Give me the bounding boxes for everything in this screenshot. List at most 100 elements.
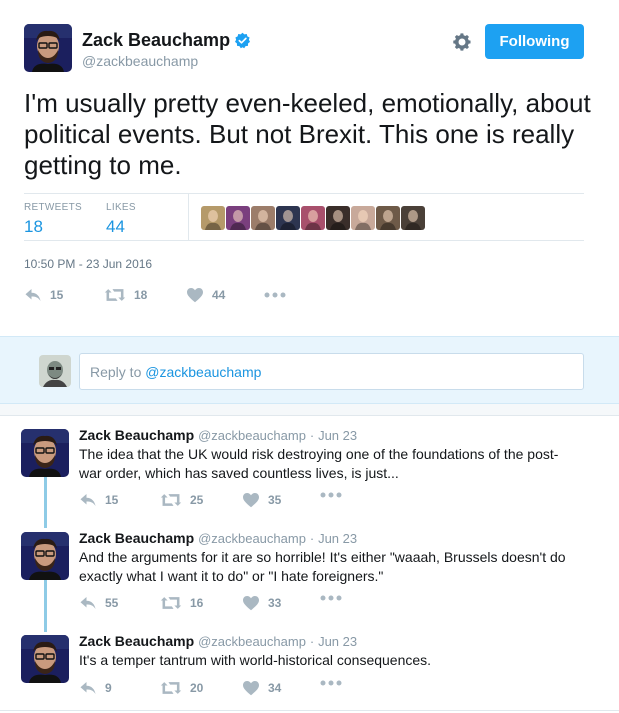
- likes-count: 44: [106, 217, 125, 236]
- heart-icon: [243, 680, 259, 696]
- tweet-text: I'm usually pretty even-keeled, emotiona…: [24, 88, 591, 180]
- reply-count: 9: [105, 681, 112, 695]
- liker-avatar[interactable]: [401, 206, 425, 230]
- reply-count: 15: [50, 288, 64, 302]
- more-dots-icon: [320, 492, 342, 498]
- gear-icon[interactable]: [451, 31, 473, 53]
- heart-icon: [187, 287, 203, 303]
- more-button[interactable]: [320, 492, 342, 498]
- header-separator: ·: [309, 531, 315, 546]
- retweets-stat[interactable]: RETWEETS 18: [24, 202, 82, 237]
- following-button[interactable]: Following: [485, 24, 584, 59]
- main-tweet: Zack Beauchamp @zackbeauchamp Following …: [0, 0, 619, 336]
- more-dots-icon: [320, 595, 342, 601]
- more-button[interactable]: [320, 595, 342, 601]
- retweet-icon: [160, 682, 182, 694]
- author-name[interactable]: Zack Beauchamp: [79, 633, 194, 649]
- reply-icon: [80, 597, 96, 609]
- tweet-header: Zack Beauchamp @zackbeauchamp · Jun 23: [79, 427, 357, 443]
- tweet-header: Zack Beauchamp @zackbeauchamp · Jun 23: [79, 530, 357, 546]
- author-name[interactable]: Zack Beauchamp: [79, 530, 194, 546]
- tweet-date[interactable]: Jun 23: [318, 531, 357, 546]
- tweet-timestamp[interactable]: 10:50 PM - 23 Jun 2016: [24, 257, 152, 271]
- likes-label: LIKES: [106, 202, 136, 213]
- liker-avatar[interactable]: [226, 206, 250, 230]
- bottom-divider: [0, 710, 619, 711]
- retweet-button[interactable]: 18: [104, 287, 147, 303]
- reply-placeholder-prefix: Reply to: [90, 364, 146, 380]
- more-dots-icon: [264, 292, 286, 298]
- reply-button[interactable]: 55: [79, 595, 118, 611]
- tweet-date[interactable]: Jun 23: [318, 428, 357, 443]
- like-button[interactable]: 44: [186, 287, 225, 303]
- like-count: 44: [212, 288, 226, 302]
- like-button[interactable]: 33: [242, 595, 281, 611]
- retweet-icon: [104, 289, 126, 301]
- reply-count: 15: [105, 493, 119, 507]
- retweet-icon: [160, 597, 182, 609]
- heart-icon: [243, 492, 259, 508]
- reply-input[interactable]: Reply to @zackbeauchamp: [79, 353, 584, 390]
- liker-avatar[interactable]: [251, 206, 275, 230]
- author-avatar[interactable]: [24, 24, 72, 72]
- author-name-text: Zack Beauchamp: [82, 30, 231, 50]
- reply-placeholder-mention: @zackbeauchamp: [145, 364, 262, 380]
- retweets-count: 18: [24, 217, 43, 236]
- tweet-date[interactable]: Jun 23: [318, 634, 357, 649]
- heart-icon: [243, 595, 259, 611]
- author-avatar[interactable]: [21, 429, 69, 477]
- retweet-button[interactable]: 25: [160, 492, 203, 508]
- liker-avatar[interactable]: [351, 206, 375, 230]
- author-handle[interactable]: @zackbeauchamp: [198, 428, 306, 443]
- author-name[interactable]: Zack Beauchamp: [79, 427, 194, 443]
- header-separator: ·: [309, 428, 315, 443]
- verified-badge-icon: [234, 32, 251, 49]
- thread-connector: [44, 476, 47, 528]
- retweet-count: 18: [134, 288, 148, 302]
- reply-composer: Reply to @zackbeauchamp: [0, 336, 619, 404]
- reply-icon: [25, 289, 41, 301]
- retweet-count: 20: [190, 681, 204, 695]
- tweet-header: Zack Beauchamp @zackbeauchamp · Jun 23: [79, 633, 357, 649]
- tweet-text: The idea that the UK would risk destroyi…: [79, 446, 559, 481]
- section-divider: [0, 404, 619, 416]
- liker-avatar[interactable]: [276, 206, 300, 230]
- tweet-text: It's a temper tantrum with world-histori…: [79, 652, 432, 668]
- like-button[interactable]: 35: [242, 492, 281, 508]
- author-handle[interactable]: @zackbeauchamp: [198, 531, 306, 546]
- liker-avatar[interactable]: [376, 206, 400, 230]
- author-avatar[interactable]: [21, 532, 69, 580]
- liker-avatar[interactable]: [301, 206, 325, 230]
- liker-avatars: [201, 206, 425, 230]
- like-button[interactable]: 34: [242, 680, 281, 696]
- thread-connector: [44, 580, 47, 632]
- reply-button[interactable]: 15: [24, 287, 63, 303]
- stats-divider: [188, 194, 189, 240]
- retweet-button[interactable]: 16: [160, 595, 203, 611]
- retweet-count: 25: [190, 493, 204, 507]
- liker-avatar[interactable]: [201, 206, 225, 230]
- retweet-icon: [160, 494, 182, 506]
- current-user-avatar: [39, 355, 71, 387]
- more-dots-icon: [320, 680, 342, 686]
- author-handle[interactable]: @zackbeauchamp: [82, 53, 198, 69]
- tweet-text: And the arguments for it are so horrible…: [79, 549, 566, 584]
- liker-avatar[interactable]: [326, 206, 350, 230]
- author-avatar[interactable]: [21, 635, 69, 683]
- author-name[interactable]: Zack Beauchamp: [82, 30, 251, 51]
- author-handle[interactable]: @zackbeauchamp: [198, 634, 306, 649]
- retweet-button[interactable]: 20: [160, 680, 203, 696]
- like-count: 34: [268, 681, 282, 695]
- reply-icon: [80, 494, 96, 506]
- retweets-label: RETWEETS: [24, 202, 82, 213]
- more-button[interactable]: [320, 680, 342, 686]
- likes-stat[interactable]: LIKES 44: [106, 202, 136, 237]
- like-count: 35: [268, 493, 282, 507]
- reply-icon: [80, 682, 96, 694]
- like-count: 33: [268, 596, 282, 610]
- reply-button[interactable]: 9: [79, 680, 112, 696]
- retweet-count: 16: [190, 596, 204, 610]
- header-separator: ·: [309, 634, 315, 649]
- reply-button[interactable]: 15: [79, 492, 118, 508]
- more-button[interactable]: [264, 292, 286, 298]
